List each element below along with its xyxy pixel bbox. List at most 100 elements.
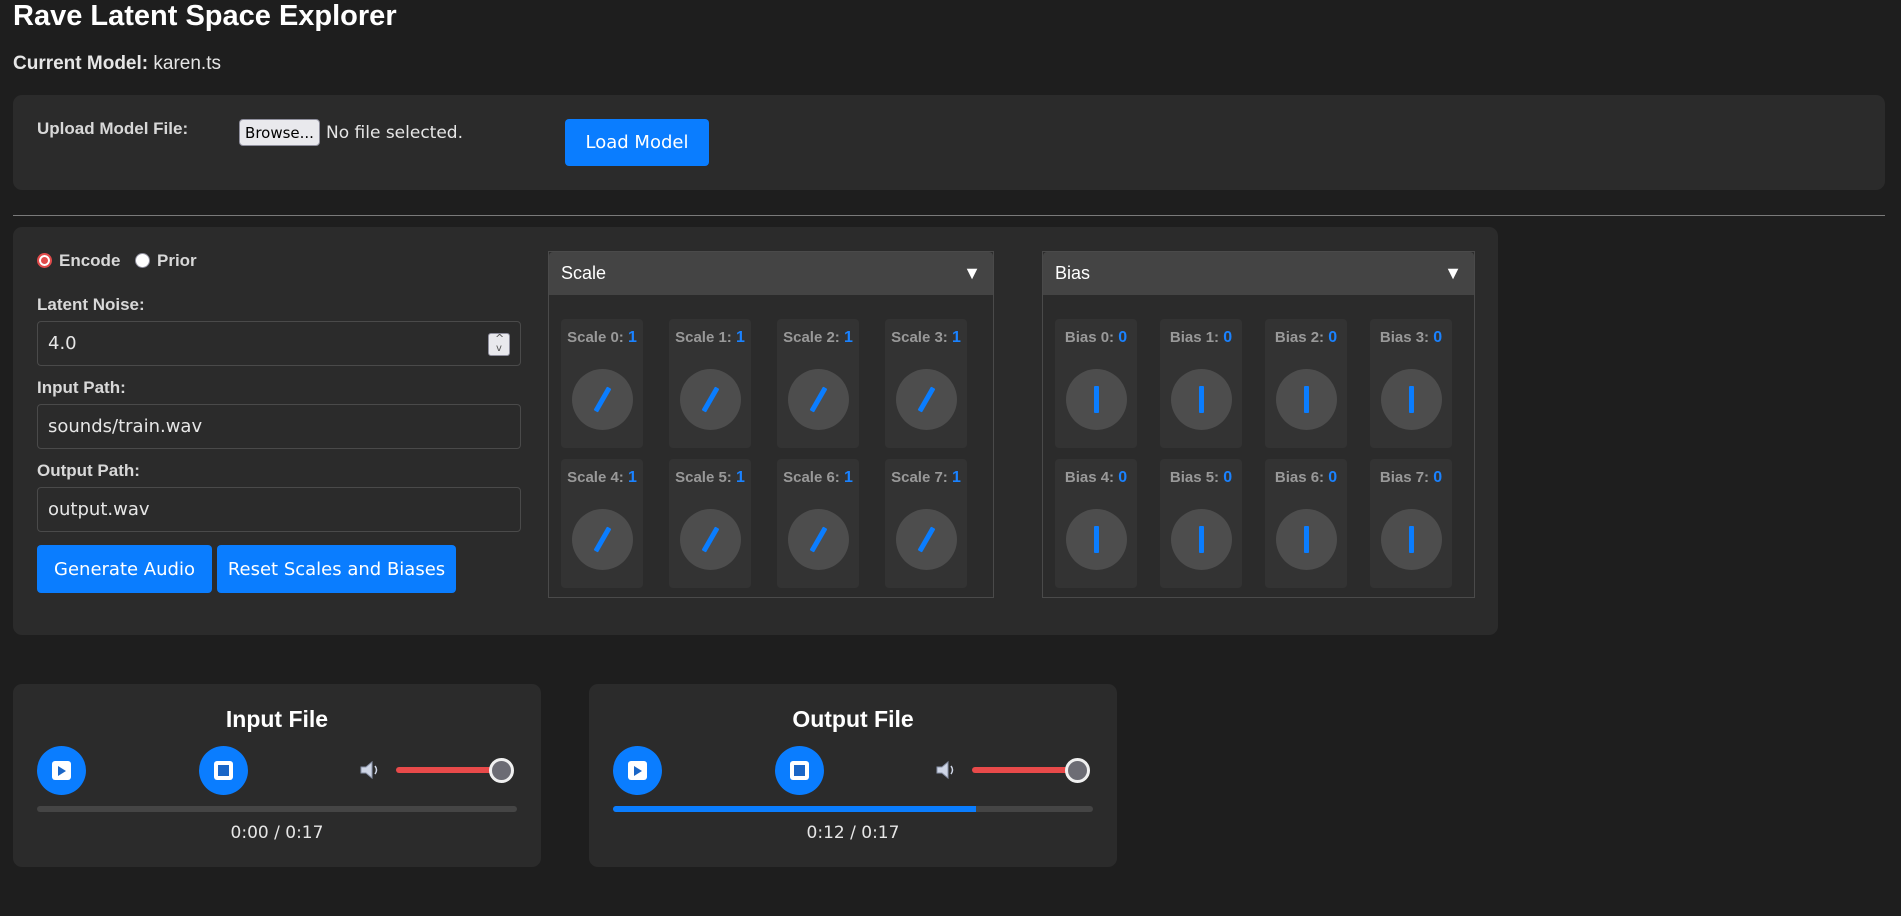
prior-label[interactable]: Prior [157,251,197,271]
bias-knob-label: Bias 6: 0 [1265,469,1347,487]
dial-indicator [593,386,612,413]
scale-knob-label: Scale 7: 1 [885,469,967,487]
bias-dial[interactable] [1066,369,1127,430]
dial-indicator [809,526,828,553]
input-play-button[interactable] [37,746,86,795]
output-stop-button[interactable] [775,746,824,795]
dial-indicator [701,526,720,553]
output-path-input[interactable]: output.wav [37,487,521,532]
scale-knob-value: 1 [735,329,745,346]
output-player-title: Output File [792,706,914,732]
bias-dial[interactable] [1276,509,1337,570]
number-spinner[interactable] [488,332,510,356]
scale-knob-0: Scale 0: 1 [561,319,643,448]
volume-icon[interactable] [935,759,957,781]
scale-knob-value: 1 [627,329,637,346]
dial-indicator [1304,386,1309,413]
scale-knob-name: Scale 0: [567,329,624,346]
bias-dial[interactable] [1171,369,1232,430]
scale-title: Scale [561,263,607,283]
output-volume-slider[interactable] [1065,758,1090,783]
scale-knob-value: 1 [843,329,853,346]
dial-indicator [1199,526,1204,553]
scale-dial[interactable] [896,509,957,570]
bias-dropdown[interactable]: Bias ▼ [1043,252,1474,295]
bias-knob-name: Bias 2: [1274,329,1325,346]
input-path-input[interactable]: sounds/train.wav [37,404,521,449]
input-progress-track[interactable] [37,806,517,812]
bias-dial[interactable] [1381,509,1442,570]
input-player: Input File 0:00 / 0:17 [13,684,541,867]
scale-dial[interactable] [572,369,633,430]
scale-dial[interactable] [788,369,849,430]
latent-noise-input[interactable]: 4.0 [37,321,521,366]
bias-knob-label: Bias 5: 0 [1160,469,1242,487]
scale-knob-6: Scale 6: 1 [777,459,859,588]
bias-knob-name: Bias 7: [1379,469,1430,486]
bias-knob-6: Bias 6: 0 [1265,459,1347,588]
bias-knob-7: Bias 7: 0 [1370,459,1452,588]
bias-knob-name: Bias 1: [1169,329,1220,346]
scale-dial[interactable] [680,509,741,570]
dial-indicator [1409,526,1414,553]
volume-icon[interactable] [359,759,381,781]
scale-knob-name: Scale 3: [891,329,948,346]
input-stop-button[interactable] [199,746,248,795]
prior-radio[interactable] [135,253,150,268]
output-progress-track[interactable] [613,806,1093,812]
output-progress-fill [613,806,977,812]
generate-audio-button[interactable]: Generate Audio [37,545,212,593]
input-volume-slider[interactable] [489,758,514,783]
scale-knob-label: Scale 5: 1 [669,469,751,487]
bias-dial[interactable] [1381,369,1442,430]
input-player-title: Input File [225,706,329,732]
play-icon [628,761,647,780]
scale-knob-name: Scale 2: [783,329,840,346]
reset-button[interactable]: Reset Scales and Biases [217,545,456,593]
bias-knob-name: Bias 3: [1379,329,1430,346]
upload-panel: Upload Model File: Browse... No file sel… [13,95,1885,190]
input-volume-track[interactable] [396,767,501,773]
scale-dropdown[interactable]: Scale ▼ [549,252,993,295]
scale-dial[interactable] [896,369,957,430]
bias-knob-name: Bias 4: [1064,469,1115,486]
scale-knob-label: Scale 6: 1 [777,469,859,487]
output-play-button[interactable] [613,746,662,795]
bias-knob-label: Bias 0: 0 [1055,329,1137,347]
scale-knob-label: Scale 1: 1 [669,329,751,347]
divider [13,215,1885,216]
output-time: 0:12 / 0:17 [806,823,900,843]
output-path-label: Output Path: [37,461,140,480]
bias-knob-2: Bias 2: 0 [1265,319,1347,448]
bias-dial[interactable] [1171,509,1232,570]
scale-dial[interactable] [680,369,741,430]
encode-radio[interactable] [37,253,52,268]
dial-indicator [1094,526,1099,553]
chevron-down-icon: ▼ [963,263,981,283]
dial-indicator [1304,526,1309,553]
scale-knob-7: Scale 7: 1 [885,459,967,588]
bias-dial[interactable] [1276,369,1337,430]
dial-indicator [917,526,936,553]
current-model-value: karen.ts [153,53,221,74]
dial-indicator [593,526,612,553]
scale-dial[interactable] [572,509,633,570]
scale-knob-value: 1 [843,469,853,486]
scale-knob-name: Scale 4: [567,469,624,486]
scale-knob-value: 1 [735,469,745,486]
output-volume-track[interactable] [972,767,1077,773]
encode-label[interactable]: Encode [59,251,120,271]
output-player: Output File 0:12 / 0:17 [589,684,1117,867]
browse-button[interactable]: Browse... [239,119,320,146]
bias-knob-value: 0 [1223,329,1233,346]
bias-dial[interactable] [1066,509,1127,570]
input-path-label: Input Path: [37,378,126,397]
scale-knob-name: Scale 7: [891,469,948,486]
load-model-button[interactable]: Load Model [565,119,709,166]
bias-knob-name: Bias 5: [1169,469,1220,486]
bias-knob-1: Bias 1: 0 [1160,319,1242,448]
scale-knob-4: Scale 4: 1 [561,459,643,588]
scale-dial[interactable] [788,509,849,570]
current-model: Current Model: karen.ts [13,53,221,75]
latent-noise-label: Latent Noise: [37,295,145,314]
